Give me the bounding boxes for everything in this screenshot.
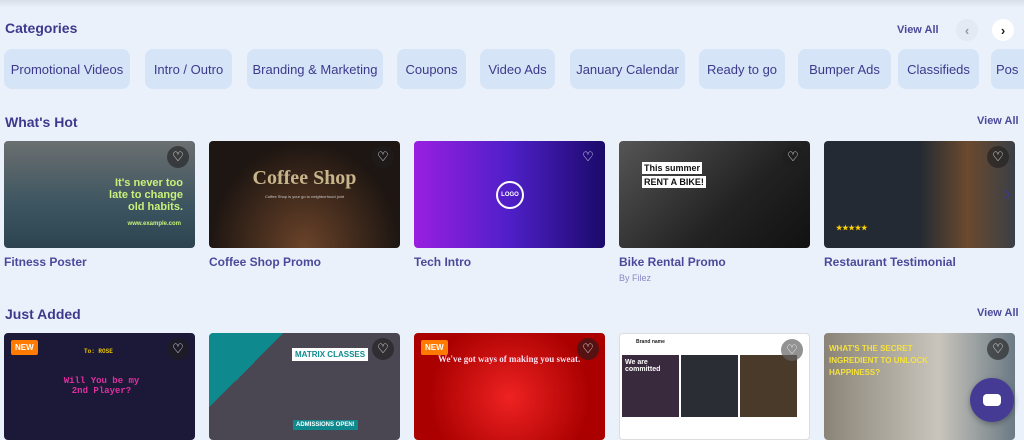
thumb-text: It's never too late to change old habits… (109, 177, 183, 213)
thumb-text: ADMISSIONS OPEN! (293, 420, 358, 430)
heart-icon[interactable]: ♡ (372, 146, 394, 168)
new-badge: NEW (421, 340, 448, 355)
thumb-text: ★★★★★ (836, 225, 868, 232)
header-shadow (0, 0, 1024, 8)
category-pill[interactable]: Promotional Videos (4, 49, 130, 89)
card-title: Restaurant Testimonial (824, 255, 956, 269)
thumbnail: NEW We've got ways of making you sweat. … (414, 333, 605, 440)
carousel-next-icon[interactable]: › (1004, 183, 1011, 206)
thumb-text: WHAT'S THE SECRET INGREDIENT TO UNLOCK H… (829, 344, 928, 377)
heart-icon[interactable]: ♡ (372, 338, 394, 360)
category-pills: Promotional Videos Intro / Outro Brandin… (0, 49, 1024, 89)
heart-icon[interactable]: ♡ (987, 338, 1009, 360)
template-card[interactable]: ★★★★★ ♡ Restaurant Testimonial (824, 141, 1015, 283)
category-pill[interactable]: Video Ads (480, 49, 555, 89)
category-pill[interactable]: Ready to go (699, 49, 785, 89)
card-title: Bike Rental Promo (619, 255, 726, 269)
card-author: By Filez (619, 273, 652, 283)
chat-button[interactable] (970, 378, 1014, 422)
categories-view-all[interactable]: View All (897, 24, 939, 36)
heart-icon[interactable]: ♡ (167, 338, 189, 360)
thumbnail: NEW To: ROSE Will You be my 2nd Player? … (4, 333, 195, 440)
heart-icon[interactable]: ♡ (781, 339, 803, 361)
category-pill[interactable]: Classifieds (898, 49, 979, 89)
heart-icon[interactable]: ♡ (987, 146, 1009, 168)
thumb-text: We are committed (625, 359, 661, 373)
category-pill[interactable]: Pos (991, 49, 1024, 89)
just-added-title: Just Added (5, 306, 81, 322)
next-arrow-icon[interactable]: › (992, 19, 1014, 41)
thumb-text: Coffee Shop is your go to neighborhood j… (264, 194, 345, 199)
template-card[interactable]: NEW We've got ways of making you sweat. … (414, 333, 605, 440)
thumb-text: LOGO (496, 181, 524, 209)
thumb-text: Brand name (636, 339, 665, 345)
thumb-text: This summer (642, 162, 703, 174)
card-title: Tech Intro (414, 255, 472, 269)
chat-icon (983, 394, 1001, 406)
photo (740, 355, 797, 417)
thumbnail: ★★★★★ ♡ (824, 141, 1015, 248)
thumb-text: www.example.com (127, 221, 181, 227)
thumbnail: Coffee Shop Coffee Shop is your go to ne… (209, 141, 400, 248)
category-pill[interactable]: Bumper Ads (798, 49, 891, 89)
category-pill[interactable]: January Calendar (570, 49, 685, 89)
template-card[interactable]: This summer RENT A BIKE! ♡ Bike Rental P… (619, 141, 810, 283)
thumbnail: MATRIX CLASSES ADMISSIONS OPEN! ♡ (209, 333, 400, 440)
thumb-text: RENT A BIKE! (642, 176, 706, 188)
heart-icon[interactable]: ♡ (577, 338, 599, 360)
template-card[interactable]: Brand name We are committed ♡ (619, 333, 810, 440)
photo (681, 355, 738, 417)
thumbnail: This summer RENT A BIKE! ♡ (619, 141, 810, 248)
heart-icon[interactable]: ♡ (577, 146, 599, 168)
template-card[interactable]: LOGO ♡ Tech Intro (414, 141, 605, 283)
thumbnail: It's never too late to change old habits… (4, 141, 195, 248)
whats-hot-title: What's Hot (5, 114, 78, 130)
template-card[interactable]: NEW To: ROSE Will You be my 2nd Player? … (4, 333, 195, 440)
thumbnail: Brand name We are committed ♡ (619, 333, 810, 440)
thumb-text: Coffee Shop (252, 167, 357, 189)
prev-arrow-icon[interactable]: ‹ (956, 19, 978, 41)
thumb-text: We've got ways of making you sweat. (438, 354, 581, 364)
template-card[interactable]: MATRIX CLASSES ADMISSIONS OPEN! ♡ (209, 333, 400, 440)
card-title: Coffee Shop Promo (209, 255, 322, 269)
template-card[interactable]: Coffee Shop Coffee Shop is your go to ne… (209, 141, 400, 283)
whats-hot-view-all[interactable]: View All (977, 115, 1019, 127)
just-added-view-all[interactable]: View All (977, 307, 1019, 319)
card-title: Fitness Poster (4, 255, 87, 269)
new-badge: NEW (11, 340, 38, 355)
thumb-text: Will You be my 2nd Player? (63, 376, 140, 396)
category-pill[interactable]: Intro / Outro (145, 49, 232, 89)
thumbnail: LOGO ♡ (414, 141, 605, 248)
template-card[interactable]: It's never too late to change old habits… (4, 141, 195, 283)
thumb-text: To: ROSE (84, 348, 113, 355)
category-pill[interactable]: Coupons (397, 49, 466, 89)
just-added-row: NEW To: ROSE Will You be my 2nd Player? … (4, 333, 1015, 440)
category-pill[interactable]: Branding & Marketing (247, 49, 383, 89)
heart-icon[interactable]: ♡ (782, 146, 804, 168)
thumb-text: MATRIX CLASSES (292, 348, 369, 361)
categories-title: Categories (5, 20, 78, 36)
whats-hot-row: It's never too late to change old habits… (4, 141, 1015, 283)
heart-icon[interactable]: ♡ (167, 146, 189, 168)
